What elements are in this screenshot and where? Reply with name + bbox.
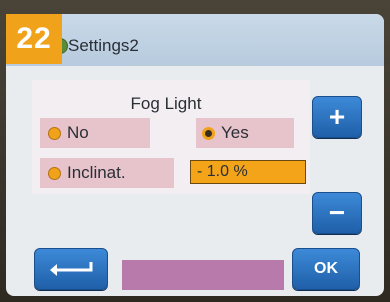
return-arrow-icon bbox=[50, 262, 93, 276]
ok-button[interactable]: OK bbox=[292, 248, 360, 290]
inclination-label: Inclinat. bbox=[67, 163, 126, 182]
minus-button[interactable]: − bbox=[312, 192, 362, 234]
ok-label: OK bbox=[314, 260, 338, 277]
radio-no-icon[interactable] bbox=[48, 126, 61, 140]
status-bar bbox=[122, 260, 284, 290]
plus-icon: + bbox=[328, 101, 346, 132]
inclination-value-field[interactable]: - 1.0 % bbox=[190, 160, 306, 184]
option-yes[interactable]: Yes bbox=[196, 118, 294, 148]
radio-yes-selected-icon[interactable] bbox=[202, 126, 215, 140]
screen: Settings2 Fog Light No Yes Inclinat. - 1… bbox=[6, 14, 384, 296]
back-button[interactable] bbox=[34, 248, 108, 290]
section-title: Fog Light bbox=[130, 94, 202, 113]
option-no-label: No bbox=[67, 123, 89, 142]
option-yes-label: Yes bbox=[221, 123, 249, 142]
radio-inclination-icon[interactable] bbox=[48, 166, 61, 180]
step-badge: 22 bbox=[6, 14, 62, 64]
plus-button[interactable]: + bbox=[312, 96, 362, 138]
minus-icon: − bbox=[328, 197, 346, 228]
option-no[interactable]: No bbox=[40, 118, 150, 148]
inclination-row[interactable]: Inclinat. bbox=[40, 158, 174, 188]
window-title: Settings2 bbox=[68, 36, 139, 55]
